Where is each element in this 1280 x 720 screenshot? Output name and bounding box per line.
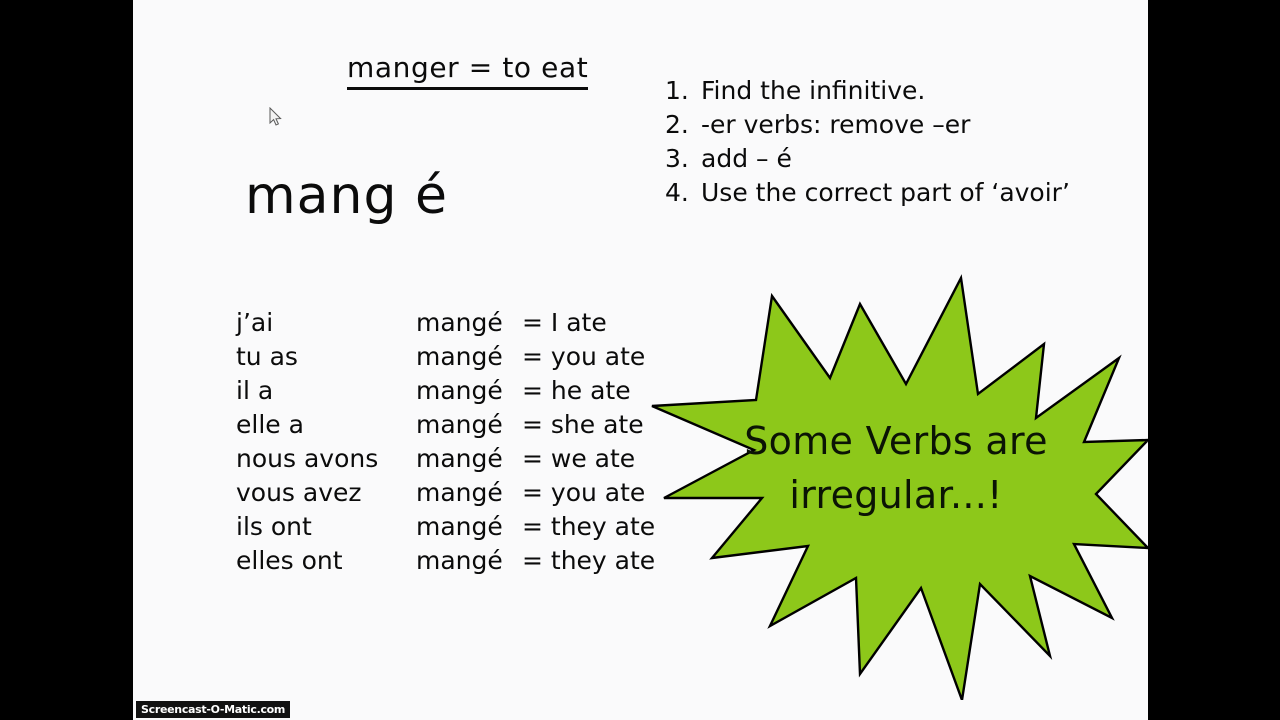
cell-pronoun: j’ai — [236, 308, 274, 337]
cell-pronoun: nous avons — [236, 444, 379, 473]
screencast-watermark: Screencast-O-Matic.com — [136, 701, 291, 718]
cell-participle: mangé — [416, 410, 503, 439]
cell-participle: mangé — [416, 478, 503, 507]
cell-participle: mangé — [416, 308, 503, 337]
cell-pronoun: ils ont — [236, 512, 312, 541]
cell-pronoun: tu as — [236, 342, 298, 371]
video-frame: manger = to eat mang é 1. Find the infin… — [0, 0, 1280, 720]
cell-pronoun: il a — [236, 376, 274, 405]
rules-list-item: 3. add – é — [665, 144, 1135, 178]
cell-participle: mangé — [416, 342, 503, 371]
cell-pronoun: elle a — [236, 410, 304, 439]
rules-list-item: 4. Use the correct part of ‘avoir’ — [665, 178, 1135, 212]
cell-participle: mangé — [416, 376, 503, 405]
rules-list-item: 2. -er verbs: remove –er — [665, 110, 1135, 144]
cell-participle: mangé — [416, 444, 503, 473]
slide-canvas: manger = to eat mang é 1. Find the infin… — [133, 0, 1148, 720]
letterbox-bar-right — [1148, 0, 1280, 720]
cell-pronoun: vous avez — [236, 478, 362, 507]
rule-number: 4. — [665, 178, 689, 207]
rule-text: add – é — [701, 144, 792, 173]
letterbox-bar-left — [0, 0, 133, 720]
rule-number: 1. — [665, 76, 689, 105]
rule-text: -er verbs: remove –er — [701, 110, 971, 139]
rule-text: Find the infinitive. — [701, 76, 926, 105]
rule-number: 3. — [665, 144, 689, 173]
cell-participle: mangé — [416, 546, 503, 575]
slide-title: manger = to eat — [347, 52, 589, 90]
rules-list: 1. Find the infinitive. 2. -er verbs: re… — [665, 76, 1135, 212]
starburst-shape — [644, 258, 1148, 700]
rule-number: 2. — [665, 110, 689, 139]
past-participle-display: mang é — [245, 166, 449, 226]
cell-participle: mangé — [416, 512, 503, 541]
rules-list-item: 1. Find the infinitive. — [665, 76, 1135, 110]
rule-text: Use the correct part of ‘avoir’ — [701, 178, 1070, 207]
cell-pronoun: elles ont — [236, 546, 343, 575]
